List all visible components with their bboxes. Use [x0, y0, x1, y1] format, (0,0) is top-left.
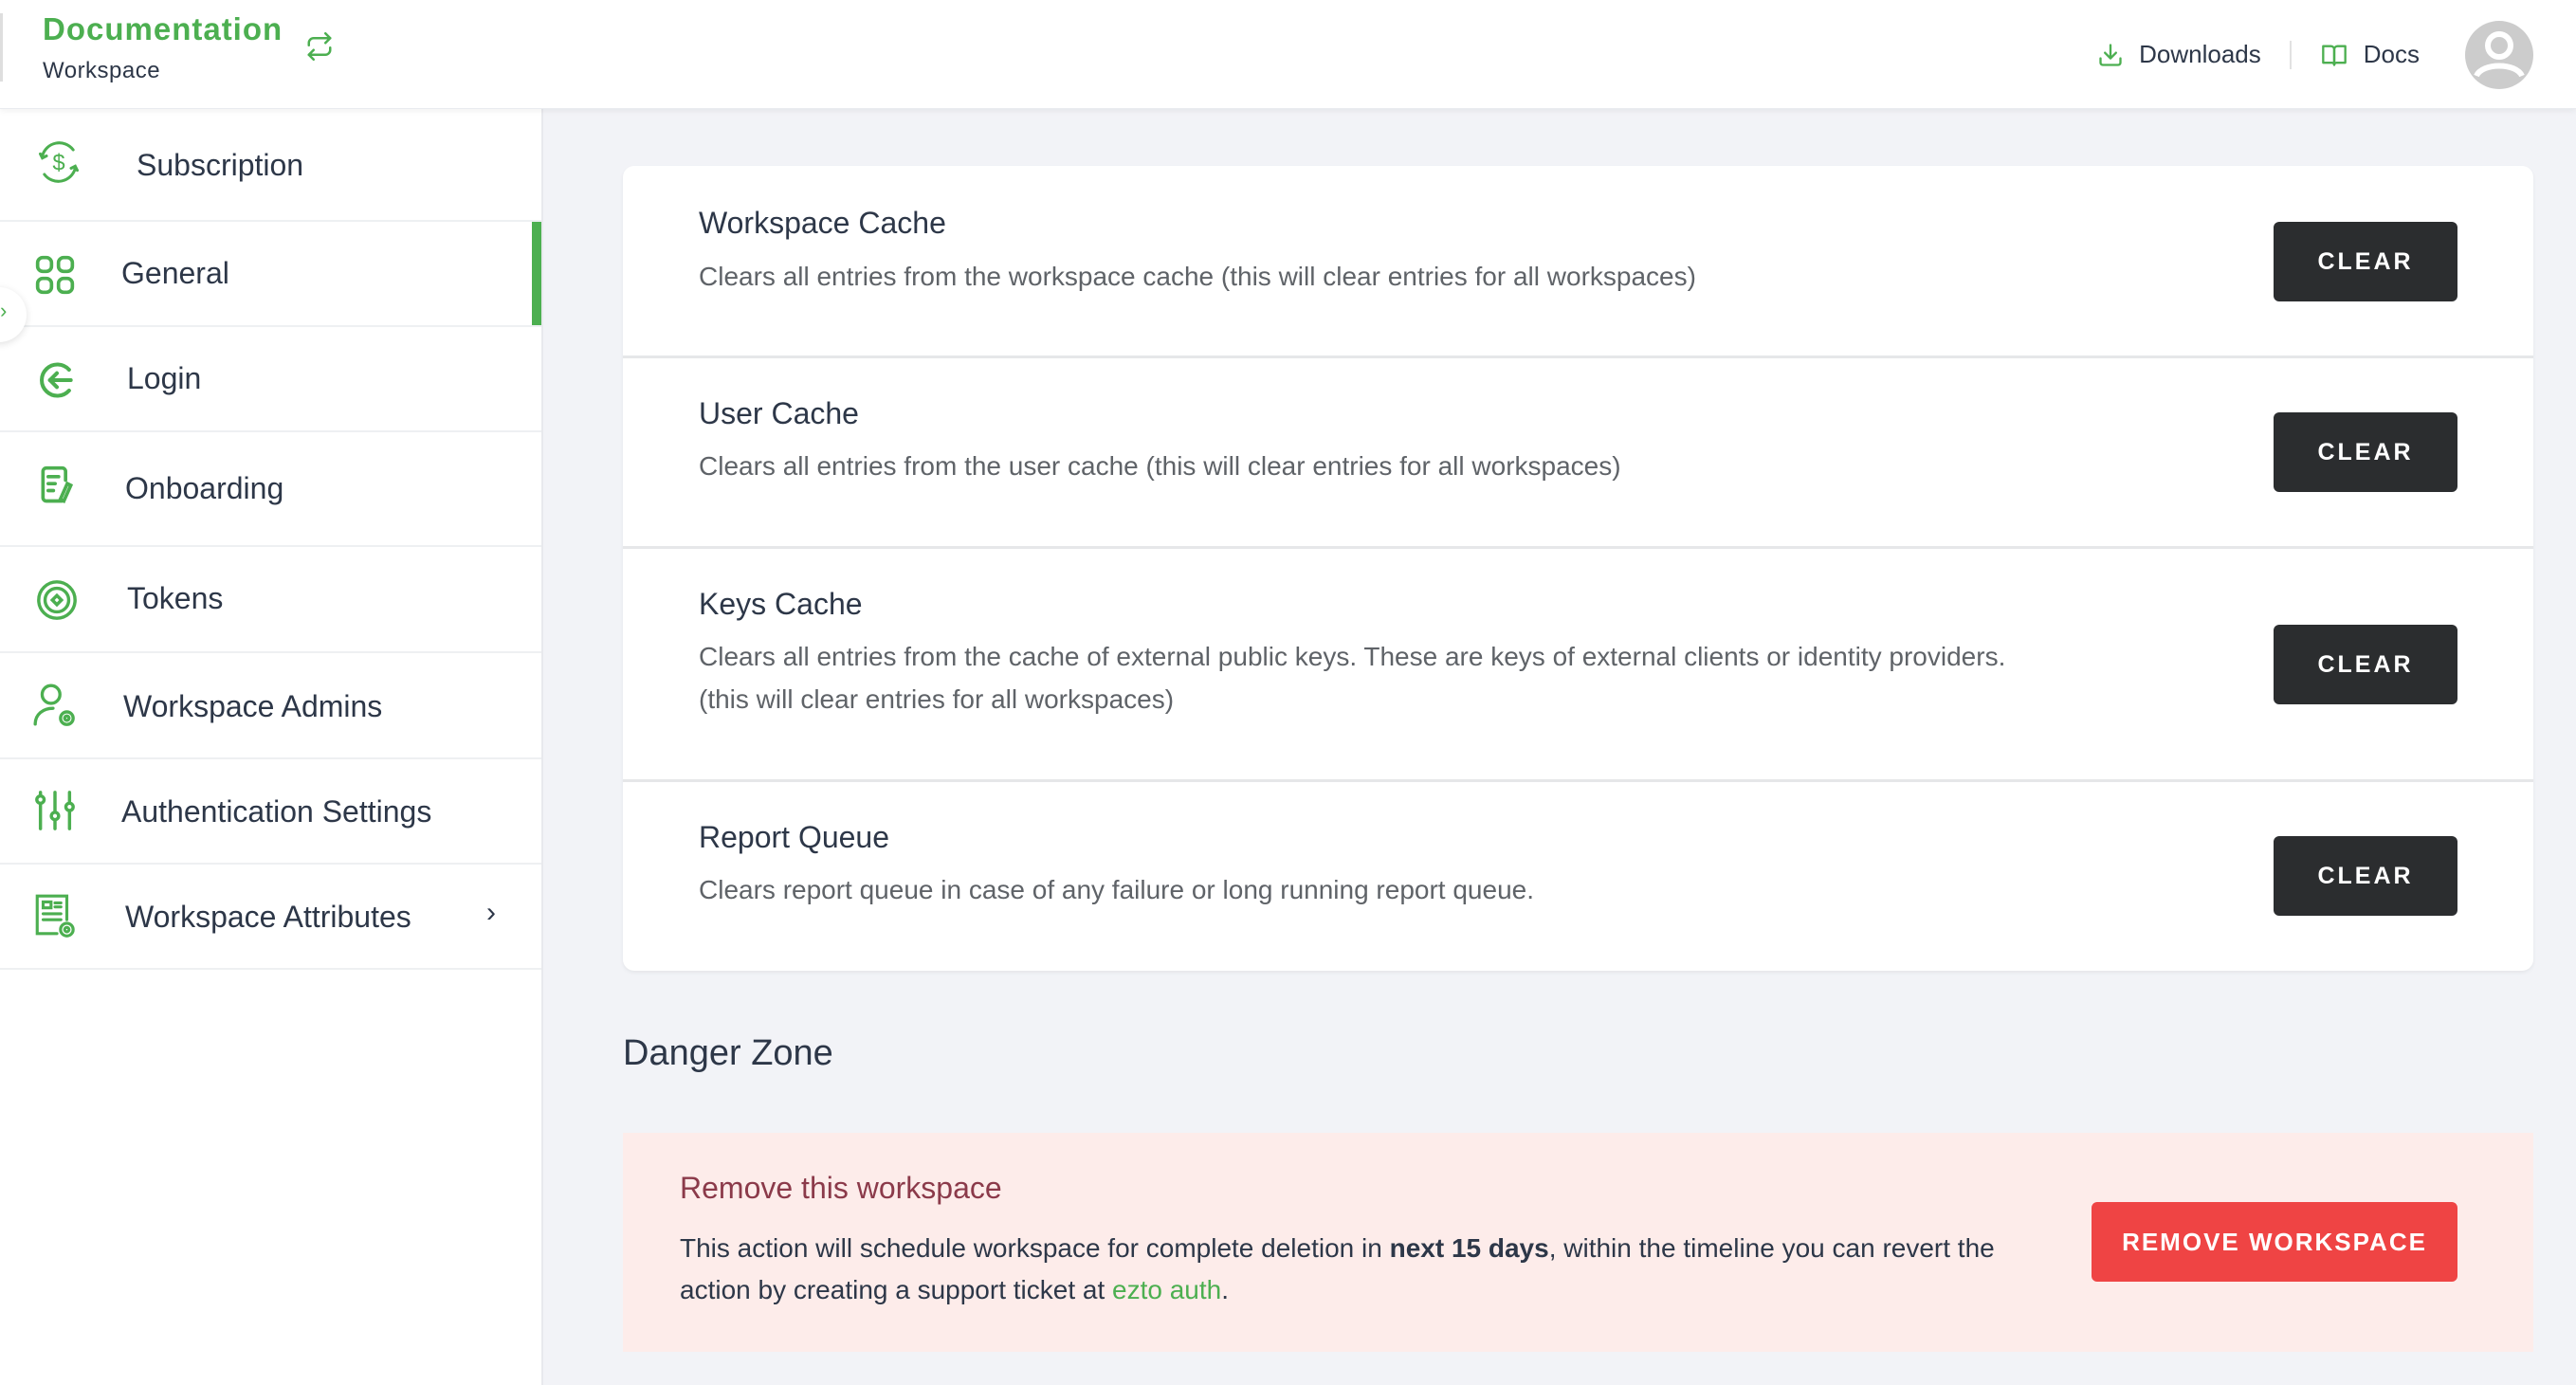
downloads-link[interactable]: Downloads: [2097, 40, 2261, 69]
danger-zone-title: Danger Zone: [623, 1033, 833, 1073]
report-queue-row: Report Queue Clears report queue in case…: [623, 782, 2533, 971]
support-link[interactable]: ezto auth: [1112, 1275, 1221, 1304]
sidebar-item-label: Authentication Settings: [121, 794, 432, 829]
sidebar: › $ Subscription General Login Onboardin…: [0, 109, 543, 1385]
subscription-dollar-icon: $: [34, 137, 83, 187]
danger-zone-box: Remove this workspace This action will s…: [623, 1133, 2533, 1352]
token-target-icon: [32, 575, 82, 625]
clear-report-queue-button[interactable]: CLEAR: [2274, 836, 2457, 916]
workspace-name: Documentation: [43, 11, 283, 46]
sidebar-item-label: Onboarding: [125, 471, 284, 505]
top-header: Documentation Workspace Downloads Docs: [0, 0, 2576, 109]
row-description: Clears all entries from the cache of ext…: [699, 642, 2006, 714]
chevron-right-icon: ›: [0, 299, 8, 322]
book-icon: [2321, 45, 2347, 66]
sidebar-item-label: Workspace Attributes: [125, 900, 411, 934]
user-avatar-icon: [2474, 30, 2525, 78]
remove-workspace-heading: Remove this workspace: [680, 1171, 1002, 1205]
sidebar-item-workspace-admins[interactable]: Workspace Admins: [0, 653, 541, 759]
sidebar-item-login[interactable]: Login: [0, 327, 541, 432]
row-title: User Cache: [699, 396, 859, 430]
remove-workspace-description: This action will schedule workspace for …: [680, 1228, 2007, 1311]
row-title: Report Queue: [699, 820, 890, 854]
user-avatar[interactable]: [2465, 20, 2533, 89]
document-edit-icon: [32, 461, 82, 510]
login-arrow-icon: [32, 355, 82, 405]
sidebar-item-onboarding[interactable]: Onboarding: [0, 432, 541, 547]
sliders-icon: [30, 786, 80, 835]
form-gear-icon: [30, 891, 80, 940]
workspace-cache-row: Workspace Cache Clears all entries from …: [623, 166, 2533, 358]
row-description: Clears all entries from the workspace ca…: [699, 262, 1696, 291]
sidebar-item-label: Subscription: [137, 148, 304, 182]
grid-icon: [30, 250, 80, 300]
row-title: Workspace Cache: [699, 206, 946, 240]
row-title: Keys Cache: [699, 587, 863, 621]
sidebar-item-label: General: [121, 256, 229, 290]
clear-workspace-cache-button[interactable]: CLEAR: [2274, 222, 2457, 301]
deletion-timeline: next 15 days: [1389, 1233, 1549, 1263]
svg-text:$: $: [52, 151, 64, 176]
sidebar-item-workspace-attributes[interactable]: Workspace Attributes ›: [0, 865, 541, 970]
cache-settings-card: Workspace Cache Clears all entries from …: [623, 166, 2533, 971]
keys-cache-row: Keys Cache Clears all entries from the c…: [623, 549, 2533, 782]
docs-label: Docs: [2363, 40, 2420, 68]
downloads-label: Downloads: [2139, 40, 2261, 68]
description-text: .: [1221, 1275, 1230, 1304]
row-description: Clears report queue in case of any failu…: [699, 875, 1534, 904]
remove-workspace-button[interactable]: REMOVE WORKSPACE: [2092, 1202, 2457, 1282]
docs-link[interactable]: Docs: [2320, 40, 2420, 69]
chevron-right-icon: ›: [486, 897, 496, 928]
sidebar-item-general[interactable]: General: [0, 222, 541, 327]
sidebar-item-label: Workspace Admins: [123, 689, 383, 723]
sidebar-item-label: Login: [127, 361, 202, 395]
download-icon: [2099, 43, 2122, 66]
workspace-brand: Documentation Workspace: [0, 11, 283, 83]
header-actions: Downloads Docs: [2097, 0, 2576, 109]
sidebar-item-subscription[interactable]: $ Subscription: [0, 109, 541, 222]
sidebar-item-authentication-settings[interactable]: Authentication Settings: [0, 759, 541, 865]
user-gear-icon: [30, 680, 80, 729]
sidebar-item-tokens[interactable]: Tokens: [0, 547, 541, 653]
switch-workspace-icon[interactable]: [305, 32, 334, 61]
clear-keys-cache-button[interactable]: CLEAR: [2274, 625, 2457, 704]
sidebar-item-label: Tokens: [127, 581, 224, 615]
workspace-type: Workspace: [43, 58, 161, 83]
clear-user-cache-button[interactable]: CLEAR: [2274, 412, 2457, 492]
row-description: Clears all entries from the user cache (…: [699, 451, 1621, 481]
description-text: This action will schedule workspace for …: [680, 1233, 1390, 1263]
header-divider: [2289, 40, 2292, 69]
user-cache-row: User Cache Clears all entries from the u…: [623, 358, 2533, 549]
